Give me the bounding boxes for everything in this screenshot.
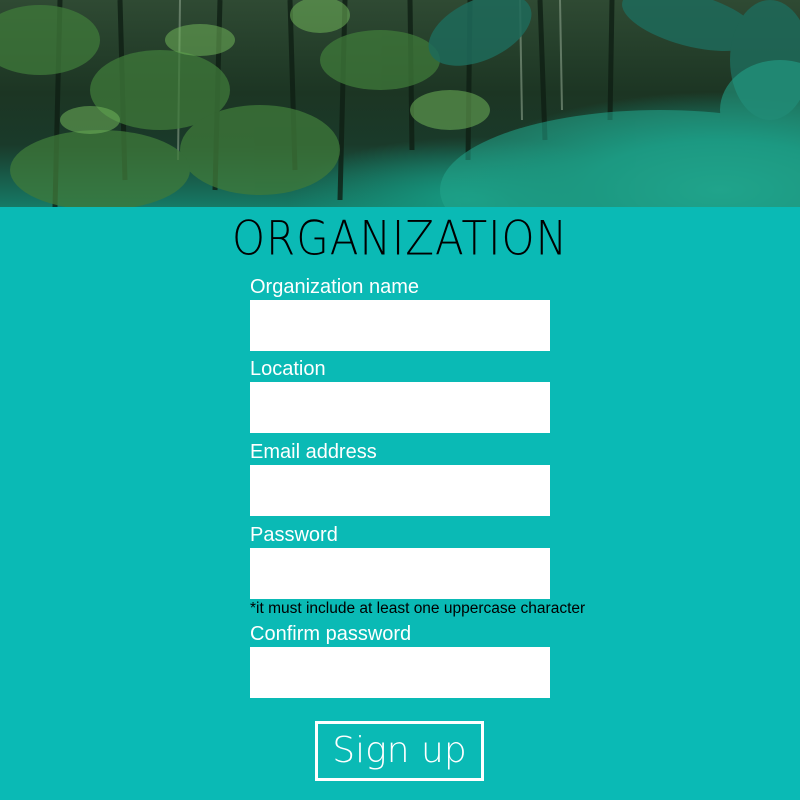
location-label: Location (250, 358, 326, 380)
confirm-password-label: Confirm password (250, 623, 412, 645)
page-title: ORGANIZATION (231, 210, 569, 266)
organization-name-input[interactable] (250, 300, 550, 351)
email-input[interactable] (250, 465, 550, 516)
location-input[interactable] (250, 382, 550, 433)
password-label: Password (250, 524, 338, 546)
confirm-password-input[interactable] (250, 647, 550, 698)
password-hint: *it must include at least one uppercase … (250, 600, 586, 617)
email-label: Email address (250, 441, 377, 463)
password-input[interactable] (250, 548, 550, 599)
jungle-banner-image (0, 0, 800, 207)
sign-up-button[interactable]: Sign up (315, 721, 484, 781)
organization-name-label: Organization name (250, 276, 419, 298)
jungle-foliage-illustration (0, 0, 800, 207)
